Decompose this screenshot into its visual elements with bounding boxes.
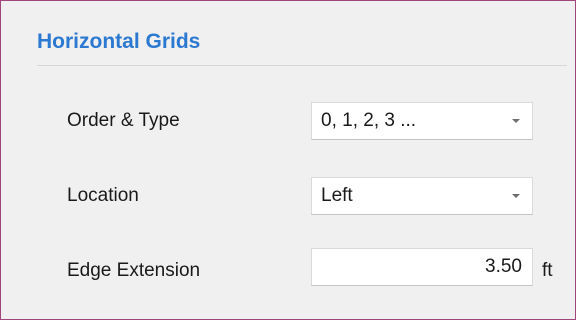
order-type-dropdown[interactable]: 0, 1, 2, 3 ... — [311, 102, 533, 140]
location-value: Left — [321, 185, 353, 206]
section-divider — [37, 65, 567, 66]
location-label: Location — [67, 185, 139, 206]
section-title: Horizontal Grids — [37, 30, 201, 53]
order-type-label: Order & Type — [67, 110, 180, 131]
horizontal-grids-panel: Horizontal Grids Order & Type 0, 1, 2, 3… — [0, 0, 576, 320]
edge-extension-input[interactable] — [311, 248, 533, 286]
order-type-value: 0, 1, 2, 3 ... — [321, 110, 417, 131]
chevron-down-icon — [509, 110, 523, 132]
edge-extension-unit: ft — [542, 260, 553, 281]
chevron-down-icon — [509, 185, 523, 207]
edge-extension-label: Edge Extension — [67, 260, 201, 281]
location-dropdown[interactable]: Left — [311, 177, 533, 215]
